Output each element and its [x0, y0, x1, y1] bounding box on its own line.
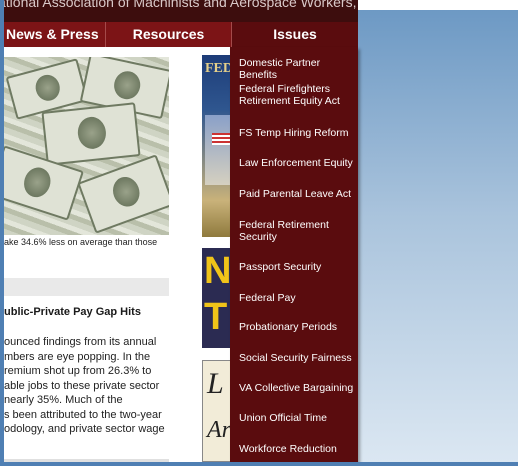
article-title[interactable]: ublic-Private Pay Gap Hits	[4, 306, 174, 318]
menu-item-probationary-periods[interactable]: Probationary Periods	[230, 321, 358, 333]
article-body: ounced findings from its annual mbers ar…	[4, 335, 172, 437]
menu-item-social-security-fairness[interactable]: Social Security Fairness	[230, 352, 358, 364]
page-background-top	[358, 0, 518, 10]
document-thumbnail-letter: L	[207, 367, 224, 400]
menu-item-workforce-reduction[interactable]: Workforce Reduction	[230, 443, 358, 455]
article-line: mbers are eye popping. In the	[4, 350, 151, 363]
article-line: odology, and private sector wage	[4, 423, 165, 435]
article-line: s been attributed to the two-year	[4, 408, 162, 421]
nav-resources[interactable]: Resources	[106, 22, 232, 47]
section-divider	[4, 278, 169, 296]
fed-magazine-thumbnail[interactable]: FED	[202, 55, 232, 237]
menu-item-va-collective-bargaining[interactable]: VA Collective Bargaining	[230, 382, 358, 394]
nav-issues[interactable]: Issues	[232, 22, 358, 47]
article-line: ounced findings from its annual	[4, 336, 157, 348]
menu-item-federal-retirement-security[interactable]: Federal Retirement Security	[230, 219, 358, 243]
ntw-thumbnail-letter: N	[204, 250, 232, 292]
ntw-thumbnail[interactable]: N T	[202, 248, 232, 348]
ntw-thumbnail-letter-2: T	[204, 296, 228, 338]
article-line: nearly 35%. Much of the	[4, 394, 123, 406]
window-frame-left	[0, 0, 4, 466]
nav-news-press[interactable]: News & Press	[4, 22, 106, 47]
menu-item-domestic-partner-benefits[interactable]: Domestic Partner Benefits	[230, 57, 358, 81]
menu-item-union-official-time[interactable]: Union Official Time	[230, 412, 358, 424]
article-line: remium shot up from 26.3% to	[4, 365, 152, 377]
menu-item-paid-parental-leave[interactable]: Paid Parental Leave Act	[230, 188, 358, 200]
article-line: able jobs to these private sector	[4, 379, 160, 392]
window-frame-bottom	[0, 462, 518, 466]
menu-item-law-enforcement-equity[interactable]: Law Enforcement Equity	[230, 157, 358, 169]
org-banner: ational Association of Machinists and Ae…	[4, 0, 358, 22]
money-bill	[77, 154, 169, 234]
menu-item-passport-security[interactable]: Passport Security	[230, 261, 358, 273]
hero-caption: ake 34.6% less on average than those	[4, 237, 158, 247]
page-background-gradient	[358, 10, 518, 462]
issues-dropdown-menu: Domestic Partner Benefits Federal Firefi…	[230, 47, 358, 463]
org-name: ational Association of Machinists and Ae…	[4, 0, 358, 10]
flag-icon	[212, 133, 230, 145]
hero-money-image[interactable]	[4, 57, 169, 235]
fed-thumbnail-photo	[205, 115, 232, 185]
menu-item-fs-temp-hiring[interactable]: FS Temp Hiring Reform	[230, 127, 358, 139]
fed-thumbnail-title: FED	[205, 61, 232, 76]
menu-item-federal-firefighters[interactable]: Federal Firefighters Retirement Equity A…	[230, 83, 358, 107]
money-bill	[41, 102, 141, 166]
document-thumbnail[interactable]: L Ar	[202, 360, 232, 462]
main-nav: News & Press Resources Issues	[4, 22, 358, 47]
document-thumbnail-letter-2: Ar	[207, 417, 231, 443]
menu-item-federal-pay[interactable]: Federal Pay	[230, 292, 358, 304]
